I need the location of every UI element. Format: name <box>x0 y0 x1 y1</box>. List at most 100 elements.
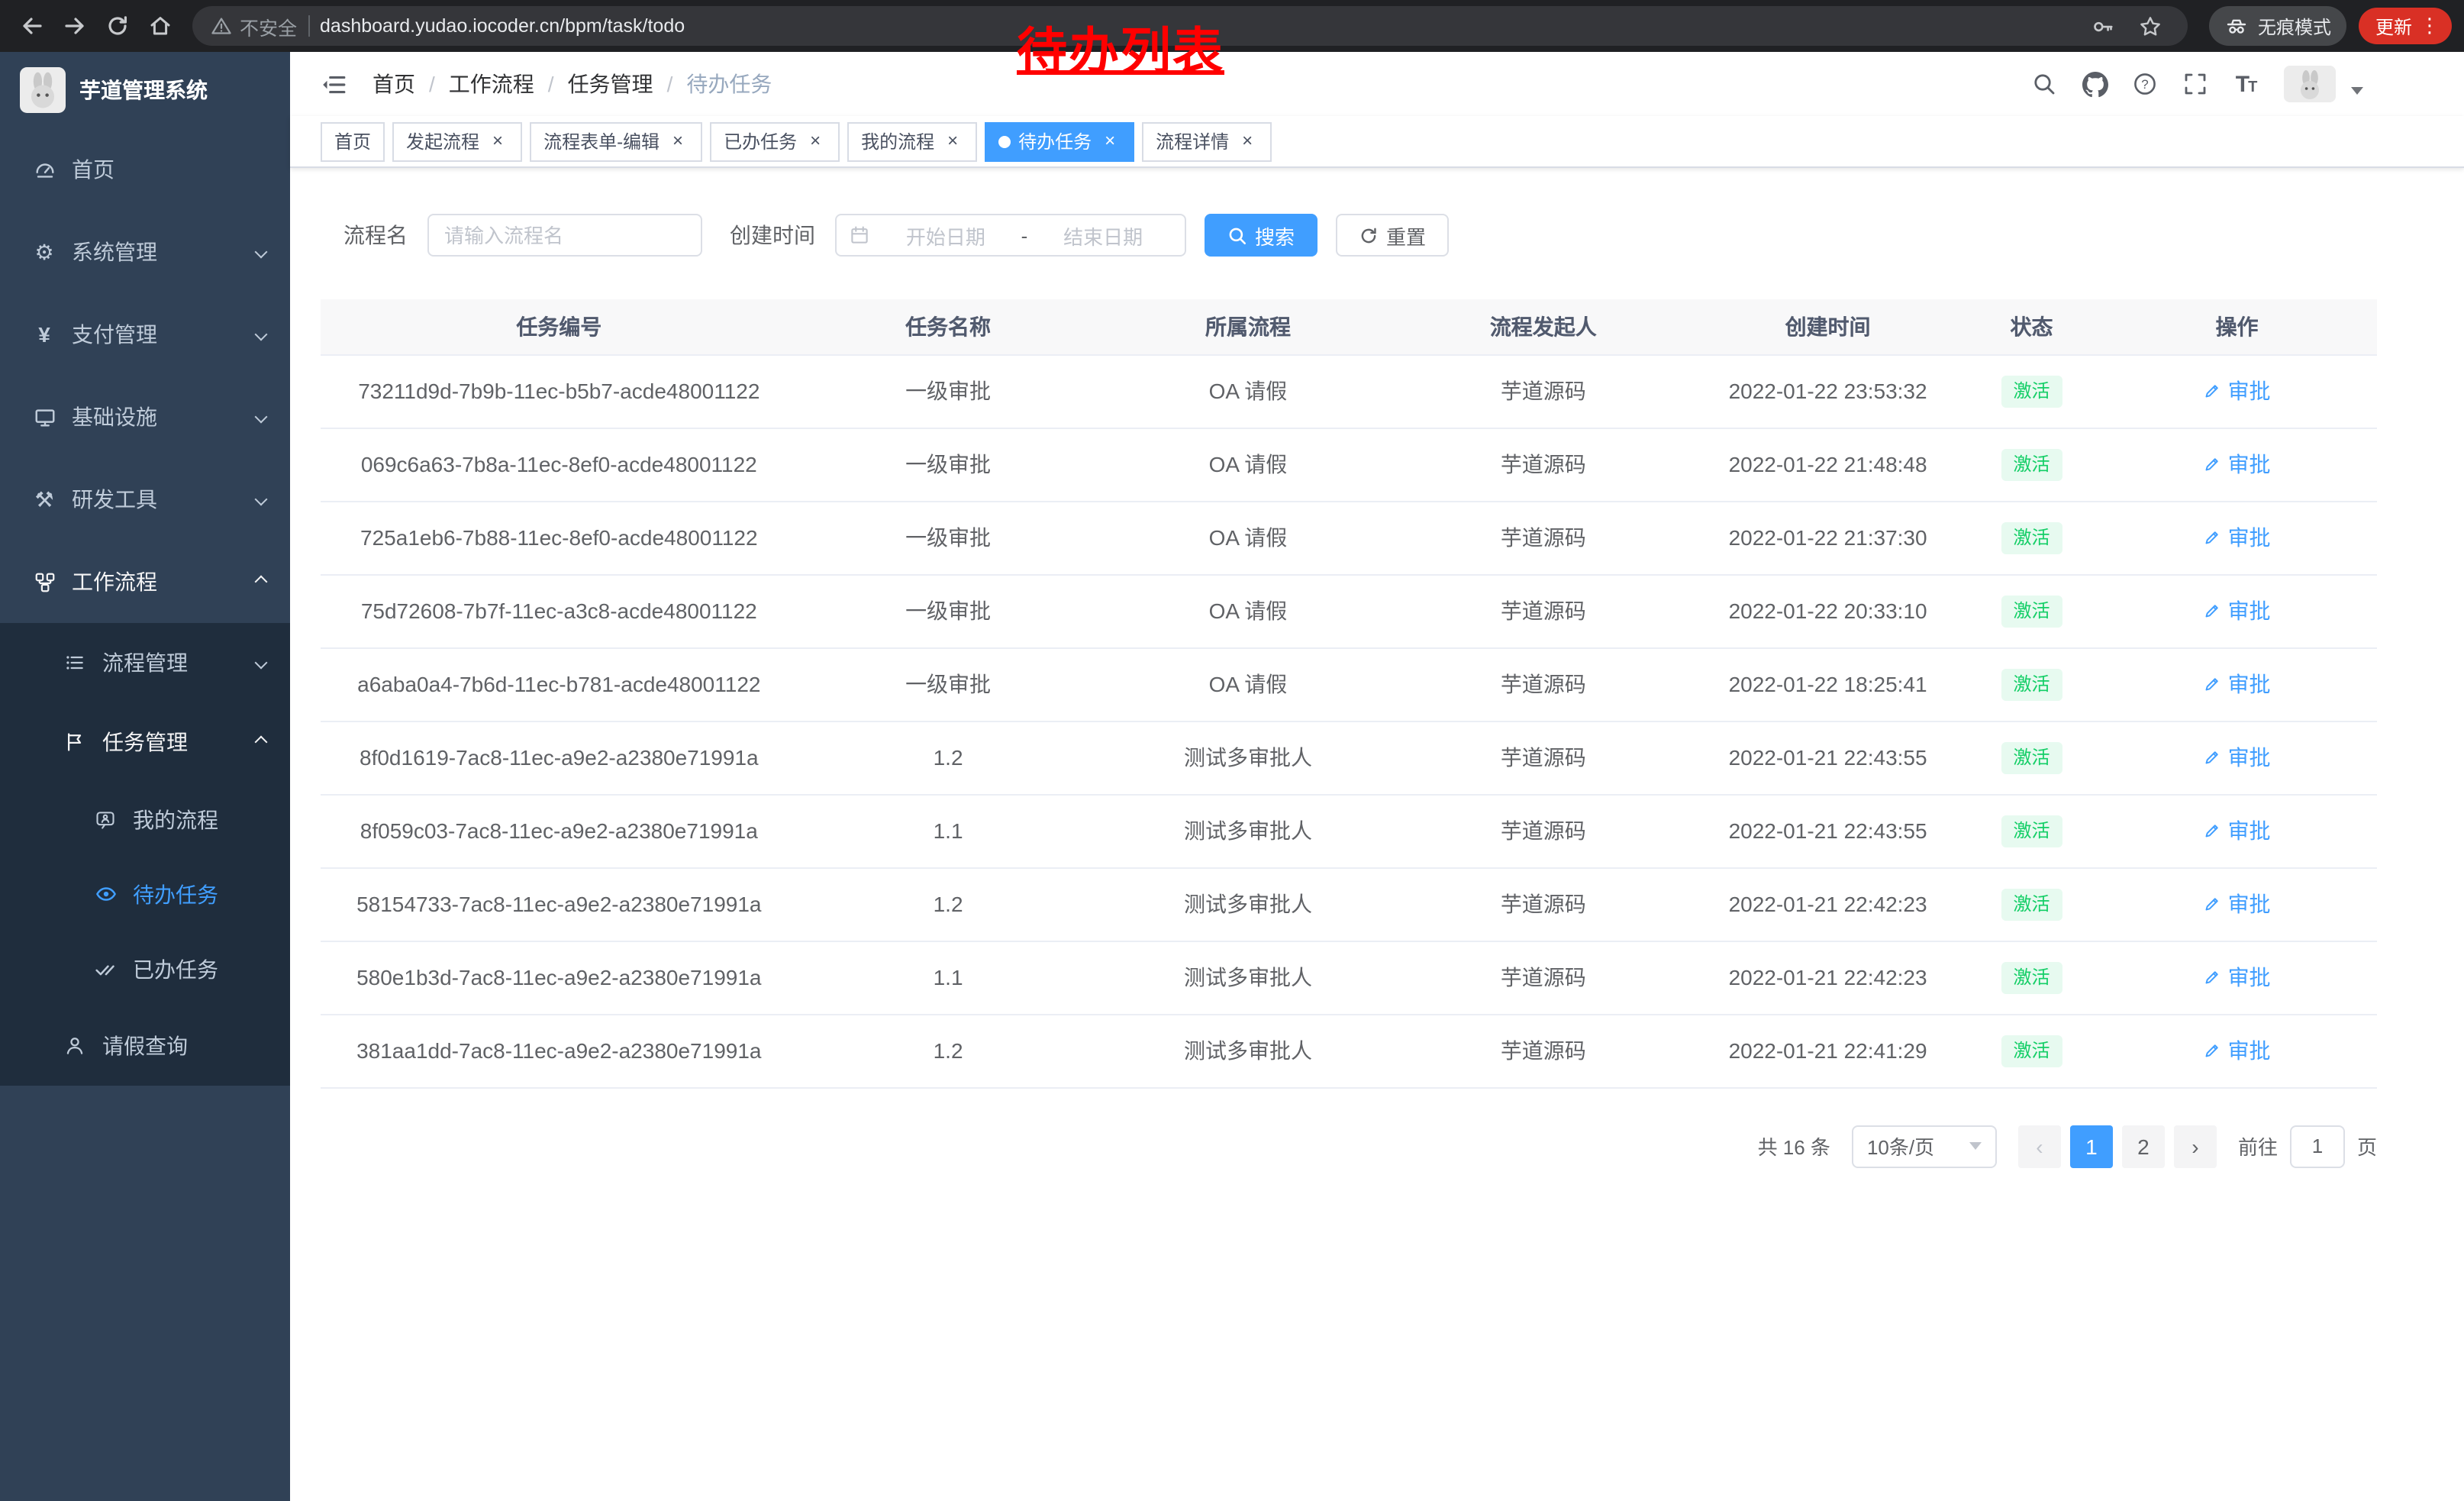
password-key-button[interactable] <box>2085 8 2122 44</box>
monitor-icon <box>31 405 58 428</box>
process-name-input[interactable] <box>427 214 702 257</box>
breadcrumb-separator: / <box>548 72 554 96</box>
sidebar-item-infrastructure[interactable]: 基础设施 <box>0 376 290 458</box>
sidebar-item-workflow[interactable]: 工作流程 <box>0 541 290 623</box>
forward-icon <box>63 14 87 38</box>
sidebar-item-done-tasks[interactable]: 已办任务 <box>0 931 290 1006</box>
sidebar-item-label: 系统管理 <box>72 237 157 267</box>
home-icon <box>148 14 173 38</box>
incognito-label: 无痕模式 <box>2258 13 2331 39</box>
browser-home-button[interactable] <box>140 6 180 46</box>
search-icon <box>2032 72 2056 96</box>
table-row: 8f0d1619-7ac8-11ec-a9e2-a2380e71991a1.2测… <box>321 721 2377 794</box>
edit-icon <box>2204 895 2222 913</box>
sidebar-item-my-process[interactable]: 我的流程 <box>0 782 290 857</box>
status-badge: 激活 <box>2001 888 2062 920</box>
pagination: 共 16 条 10条/页 ‹ 1 2 › 前往 页 <box>321 1125 2377 1167</box>
header-github-button[interactable] <box>2073 63 2116 105</box>
sidebar-submenu-workflow: 流程管理 任务管理 我的流程 待办任务 <box>0 623 290 1086</box>
tab-done-tasks[interactable]: 已办任务× <box>710 121 840 161</box>
chevron-up-icon <box>255 576 268 589</box>
tab-start-process[interactable]: 发起流程× <box>392 121 522 161</box>
tab-home[interactable]: 首页 <box>321 121 385 161</box>
sidebar-item-devtools[interactable]: ⚒ 研发工具 <box>0 458 290 541</box>
sidebar-collapse-button[interactable] <box>311 63 354 105</box>
status-badge: 激活 <box>2001 448 2062 480</box>
sidebar-item-label: 支付管理 <box>72 319 157 350</box>
browser-reload-button[interactable] <box>98 6 137 46</box>
close-icon[interactable]: × <box>1099 131 1121 152</box>
date-range-picker[interactable]: 开始日期 - 结束日期 <box>835 214 1186 257</box>
approve-link[interactable]: 审批 <box>2204 815 2271 846</box>
sidebar-item-system[interactable]: ⚙ 系统管理 <box>0 211 290 293</box>
header-help-button[interactable]: ? <box>2124 63 2166 105</box>
incognito-icon <box>2224 15 2249 37</box>
sidebar-item-task-management[interactable]: 任务管理 <box>0 702 290 782</box>
header-font-size-button[interactable]: TT <box>2224 63 2267 105</box>
sidebar-item-process-management[interactable]: 流程管理 <box>0 623 290 702</box>
tab-process-detail[interactable]: 流程详情× <box>1142 121 1272 161</box>
approve-link[interactable]: 审批 <box>2204 889 2271 919</box>
user-avatar[interactable] <box>2284 66 2336 102</box>
header-fullscreen-button[interactable] <box>2174 63 2217 105</box>
tab-process-form-edit[interactable]: 流程表单-编辑× <box>530 121 702 161</box>
main-area: 首页 / 工作流程 / 任务管理 / 待办任务 ? <box>290 52 2464 1501</box>
browser-update-menu-button[interactable]: 更新 ⋮ <box>2359 8 2452 44</box>
filter-bar: 流程名 创建时间 开始日期 - 结束日期 搜索 重 <box>343 214 2377 257</box>
create-time-label: 创建时间 <box>730 220 815 250</box>
browser-forward-button[interactable] <box>55 6 95 46</box>
security-status[interactable]: 不安全 <box>211 11 297 40</box>
next-page-button[interactable]: › <box>2174 1125 2217 1167</box>
sidebar-logo[interactable]: 芋道管理系统 <box>0 52 290 128</box>
browser-back-button[interactable] <box>12 6 52 46</box>
approve-link[interactable]: 审批 <box>2204 376 2271 406</box>
avatar-caret-icon[interactable] <box>2351 86 2363 94</box>
goto-page-input[interactable] <box>2290 1125 2345 1167</box>
fullscreen-icon <box>2183 72 2208 96</box>
approve-link[interactable]: 审批 <box>2204 742 2271 773</box>
close-icon[interactable]: × <box>1237 131 1258 152</box>
close-icon[interactable]: × <box>667 131 689 152</box>
bookmark-star-button[interactable] <box>2133 8 2169 44</box>
task-table: 任务编号 任务名称 所属流程 流程发起人 创建时间 状态 操作 <box>321 299 2377 1088</box>
approve-link[interactable]: 审批 <box>2204 1035 2271 1066</box>
approve-link[interactable]: 审批 <box>2204 596 2271 626</box>
tab-my-process[interactable]: 我的流程× <box>847 121 977 161</box>
active-tab-dot <box>998 135 1011 147</box>
tab-todo-tasks[interactable]: 待办任务× <box>985 121 1134 161</box>
approve-link[interactable]: 审批 <box>2204 522 2271 553</box>
key-icon <box>2092 15 2115 37</box>
approve-link[interactable]: 审批 <box>2204 449 2271 479</box>
sidebar-item-leave-query[interactable]: 请假查询 <box>0 1006 290 1086</box>
close-icon[interactable]: × <box>487 131 508 152</box>
sidebar-item-home[interactable]: 首页 <box>0 128 290 211</box>
breadcrumb-workflow[interactable]: 工作流程 <box>449 69 534 99</box>
search-button[interactable]: 搜索 <box>1205 214 1317 257</box>
status-badge: 激活 <box>2001 741 2062 773</box>
page-button-2[interactable]: 2 <box>2122 1125 2165 1167</box>
close-icon[interactable]: × <box>805 131 826 152</box>
header-search-button[interactable] <box>2023 63 2066 105</box>
page-size-select[interactable]: 10条/页 <box>1852 1125 1997 1167</box>
chevron-down-icon <box>255 411 268 424</box>
refresh-icon <box>1359 225 1379 245</box>
workflow-icon <box>31 570 58 593</box>
close-icon[interactable]: × <box>942 131 963 152</box>
page-button-1[interactable]: 1 <box>2070 1125 2113 1167</box>
reset-button[interactable]: 重置 <box>1336 214 1449 257</box>
github-icon <box>2082 71 2108 97</box>
table-row: 381aa1dd-7ac8-11ec-a9e2-a2380e71991a1.2测… <box>321 1014 2377 1087</box>
breadcrumb: 首页 / 工作流程 / 任务管理 / 待办任务 <box>373 69 772 99</box>
approve-link[interactable]: 审批 <box>2204 962 2271 993</box>
screen: 不安全 dashboard.yudao.iocoder.cn/bpm/task/… <box>0 0 2464 1501</box>
prev-page-button[interactable]: ‹ <box>2018 1125 2061 1167</box>
chevron-down-icon <box>255 657 268 670</box>
breadcrumb-home[interactable]: 首页 <box>373 69 415 99</box>
breadcrumb-task-management[interactable]: 任务管理 <box>568 69 653 99</box>
table-row: 725a1eb6-7b88-11ec-8ef0-acde48001122一级审批… <box>321 501 2377 574</box>
approve-link[interactable]: 审批 <box>2204 669 2271 699</box>
sidebar-item-payment[interactable]: ¥ 支付管理 <box>0 293 290 376</box>
table-row: a6aba0a4-7b6d-11ec-b781-acde48001122一级审批… <box>321 647 2377 721</box>
sidebar-item-todo-tasks[interactable]: 待办任务 <box>0 857 290 931</box>
update-label: 更新 <box>2375 13 2412 39</box>
